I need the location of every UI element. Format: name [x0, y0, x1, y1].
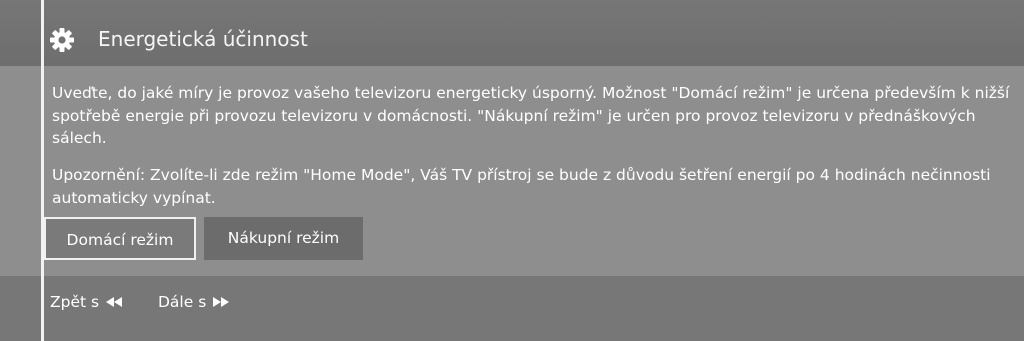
- next-label: Dále s: [158, 293, 207, 311]
- vertical-divider: [41, 0, 44, 341]
- shop-mode-button[interactable]: Nákupní režim: [204, 217, 363, 260]
- back-nav[interactable]: Zpět s: [50, 291, 123, 313]
- rewind-icon: [106, 297, 123, 307]
- footer-bar: [0, 276, 1024, 341]
- page-title: Energetická účinnost: [98, 27, 308, 51]
- fast-forward-icon: [213, 297, 230, 307]
- gear-icon: [49, 27, 75, 53]
- description-text: Uveďte, do jaké míry je provoz vašeho te…: [52, 84, 1010, 147]
- warning-text: Upozornění: Zvolíte-li zde režim "Home M…: [52, 166, 991, 207]
- back-label: Zpět s: [50, 293, 100, 311]
- next-nav[interactable]: Dále s: [158, 291, 230, 313]
- home-mode-button[interactable]: Domácí režim: [44, 217, 196, 260]
